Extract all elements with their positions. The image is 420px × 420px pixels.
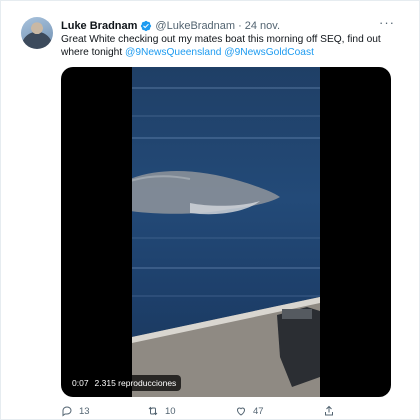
reply-count: 13 (79, 405, 90, 417)
more-options-icon[interactable]: ··· (379, 15, 395, 31)
reply-icon (62, 406, 72, 417)
tweet-date[interactable]: 24 nov. (245, 20, 280, 32)
separator-dot: · (238, 20, 242, 32)
mention-link[interactable]: @9NewsQueensland (125, 47, 221, 58)
avatar[interactable] (21, 17, 53, 49)
like-icon (236, 407, 246, 416)
verified-badge-icon (141, 20, 152, 32)
author-handle[interactable]: @LukeBradnam (155, 20, 235, 32)
tweet-header: Luke Bradnam @LukeBradnam · 24 nov. (61, 18, 381, 34)
shark-image (132, 170, 280, 215)
video-frame (132, 67, 320, 397)
reply-button[interactable]: 13 (61, 405, 90, 417)
retweet-count: 10 (165, 405, 176, 417)
share-button[interactable] (323, 405, 335, 417)
retweet-icon (148, 406, 158, 416)
retweet-button[interactable]: 10 (147, 405, 176, 417)
share-icon (325, 405, 333, 416)
author-name[interactable]: Luke Bradnam (61, 20, 137, 32)
tweet-card[interactable]: Luke Bradnam @LukeBradnam · 24 nov. ··· … (0, 0, 420, 420)
tweet-text: Great White checking out my mates boat t… (61, 34, 401, 59)
tweet-actions: 13 10 47 (61, 403, 391, 419)
video-duration: 0:07 (72, 378, 89, 388)
like-button[interactable]: 47 (235, 405, 264, 417)
video-player[interactable]: 0:07 2.315 reproducciones (61, 67, 391, 397)
video-views: 2.315 reproducciones (94, 378, 177, 388)
mention-link[interactable]: @9NewsGoldCoast (224, 47, 314, 58)
video-stats-overlay: 0:07 2.315 reproducciones (67, 375, 182, 391)
like-count: 47 (253, 405, 264, 417)
